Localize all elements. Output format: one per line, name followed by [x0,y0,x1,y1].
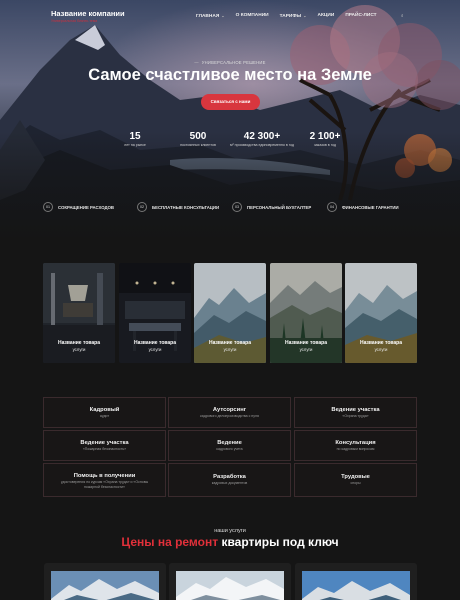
service-card[interactable]: Кадровый аудит [43,397,166,428]
service-title: Трудовые [341,474,370,480]
service-subtitle: кадрового делопроизводства с нуля [200,414,259,419]
service-card[interactable]: Трудовые споры [294,463,417,497]
prices-title: Цены на ремонт квартиры под ключ [0,535,460,549]
stat-value: 2 100+ [309,131,341,142]
feature-item: 04 ФИНАНСОВЫЕ ГАРАНТИИ [327,202,399,212]
service-card[interactable]: Помощь в получении удостоверения по курс… [43,463,166,497]
service-subtitle: «Охрана труда» [342,414,369,419]
product-subtitle: услуги [148,347,162,352]
service-title: Ведение [217,440,242,446]
feature-number: 02 [137,202,147,212]
service-subtitle: удостоверения по курсам «Охрана труда» и… [60,480,149,489]
feature-item: 01 СОКРАЩЕНИЕ РАСХОДОВ [43,202,114,212]
product-card[interactable]: Название товара услуги [119,263,191,363]
feature-item: 03 ПЕРСОНАЛЬНЫЙ БУХГАЛТЕР [232,202,311,212]
service-subtitle: кадрового учета [216,447,243,452]
product-subtitle: услуги [299,347,313,352]
product-card[interactable]: Название товара услуги [345,263,417,363]
price-card-image [176,571,284,600]
service-subtitle: кадровых документов [211,481,248,486]
feature-number: 04 [327,202,337,212]
chevron-down-icon: ⌄ [303,13,307,18]
company-tagline: Универсальная бизнес-тема [51,19,98,23]
nav-item-pricelist[interactable]: ПРАЙС-ЛИСТ [345,13,376,19]
product-subtitle: услуги [374,347,388,352]
prices-eyebrow: наши услуги [214,528,246,534]
service-title: Помощь в получении [73,473,136,479]
price-card-image [51,571,159,600]
product-card[interactable]: Название товара услуги [43,263,115,363]
company-logo[interactable]: Название компании [51,9,125,18]
product-subtitle: услуги [223,347,237,352]
stats-row: 15 лет на рынке 500 постоянных клиентов … [0,131,460,157]
service-title: Консультация [335,440,376,446]
service-title: Разработка [213,474,246,480]
nav-item-about[interactable]: О КОМПАНИИ [236,13,269,19]
service-subtitle: споры [350,481,361,486]
search-icon[interactable]: ⌕ [401,13,404,18]
services-grid: Кадровый аудит Аутсорсинг кадрового дело… [43,397,418,499]
product-title: Название товара [133,340,177,346]
service-title: Аутсорсинг [212,407,247,413]
service-card[interactable]: Аутсорсинг кадрового делопроизводства с … [168,397,291,428]
product-card[interactable]: Название товара услуги [194,263,266,363]
service-title: Кадровый [89,407,120,413]
feature-number: 03 [232,202,242,212]
chevron-down-icon: ⌄ [221,13,225,18]
service-card[interactable]: Ведение кадрового учета [168,430,291,461]
features-row: 01 СОКРАЩЕНИЕ РАСХОДОВ 02 БЕСПЛАТНЫЕ КОН… [0,202,460,214]
product-title: Название товара [208,340,252,346]
service-subtitle: «Пожарная безопасность» [82,447,127,452]
service-subtitle: аудит [99,414,110,419]
price-card[interactable] [169,563,291,600]
feature-label: ФИНАНСОВЫЕ ГАРАНТИИ [342,204,399,210]
service-card[interactable]: Разработка кадровых документов [168,463,291,497]
site-header: Название компании Универсальная бизнес-т… [0,0,460,34]
service-title: Ведение участка [80,440,129,446]
service-title: Ведение участка [331,407,380,413]
price-card[interactable] [295,563,417,600]
products-row: Название товара услуги Название товара у… [43,263,418,363]
feature-label: ПЕРСОНАЛЬНЫЙ БУХГАЛТЕР [247,204,312,210]
nav-item-promo[interactable]: АКЦИИ [318,13,335,19]
hero-title: Самое счастливое место на Земле [88,66,372,84]
product-title: Название товара [359,340,403,346]
prices-title-rest: квартиры под ключ [218,535,339,549]
hero-section: Название компании Универсальная бизнес-т… [0,0,460,240]
nav-item-home[interactable]: ГЛАВНАЯ ⌄ [196,13,225,19]
prices-title-accent: Цены на ремонт [121,535,219,549]
hero-eyebrow: — УНИВЕРСАЛЬНОЕ РЕШЕНИЕ [194,60,266,65]
product-card[interactable]: Название товара услуги [270,263,342,363]
nav-item-tariffs[interactable]: ТАРИФЫ ⌄ [280,13,307,19]
main-nav: ГЛАВНАЯ ⌄ О КОМПАНИИ ТАРИФЫ ⌄ АКЦИИ ПРАЙС-… [196,13,388,19]
price-card[interactable] [44,563,166,600]
service-card[interactable]: Ведение участка «Пожарная безопасность» [43,430,166,461]
feature-label: СОКРАЩЕНИЕ РАСХОДОВ [58,204,115,210]
service-card[interactable]: Консультация по кадровым вопросам [294,430,417,461]
stat-item: 2 100+ заказов в год [280,131,370,148]
product-title: Название товара [57,340,101,346]
service-subtitle: по кадровым вопросам [336,447,375,452]
stat-label: заказов в год [314,143,336,147]
feature-number: 01 [43,202,53,212]
contact-button[interactable]: Связаться с нами [201,94,260,110]
product-subtitle: услуги [72,347,86,352]
product-title: Название товара [284,340,328,346]
service-card[interactable]: Ведение участка «Охрана труда» [294,397,417,428]
feature-item: 02 БЕСПЛАТНЫЕ КОНСУЛЬТАЦИИ [137,202,219,212]
price-card-image [302,571,410,600]
feature-label: БЕСПЛАТНЫЕ КОНСУЛЬТАЦИИ [152,204,220,210]
